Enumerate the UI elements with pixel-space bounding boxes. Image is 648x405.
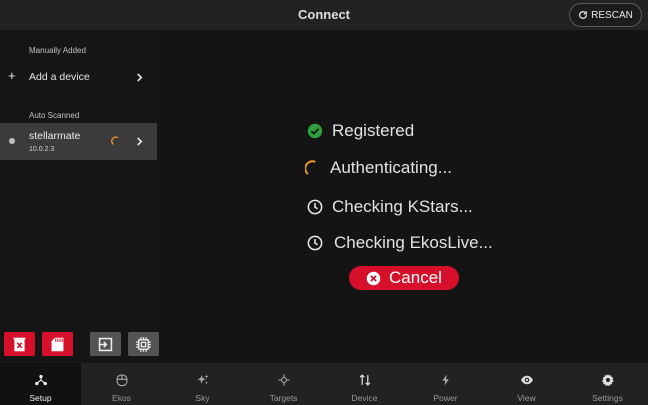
nav-label-device: Device <box>351 393 378 403</box>
chip-button[interactable] <box>128 332 159 356</box>
nav-item-view[interactable]: View <box>486 363 567 405</box>
add-device-row[interactable]: + Add a device <box>0 63 157 91</box>
top-bar: Connect RESCAN <box>0 0 648 30</box>
power-icon <box>442 374 449 386</box>
nav-label-setup: Setup <box>29 393 52 403</box>
chevron-right-icon <box>137 137 143 146</box>
nav-item-setup[interactable]: Setup <box>0 363 81 405</box>
nav-item-device[interactable]: Device <box>324 363 405 405</box>
status-checking-ekoslive: Checking EkosLive... <box>307 233 493 253</box>
device-ip: 10.0.2.3 <box>29 146 55 153</box>
ekos-icon <box>116 374 127 387</box>
status-registered-label: Registered <box>332 121 415 140</box>
nav-item-targets[interactable]: Targets <box>243 363 324 405</box>
view-icon <box>520 375 533 385</box>
delete-device-button[interactable] <box>4 332 35 356</box>
status-registered: Registered <box>307 121 414 141</box>
clock-icon <box>307 235 323 251</box>
cancel-button[interactable]: Cancel <box>349 266 459 290</box>
status-authenticating-label: Authenticating... <box>330 158 452 177</box>
nav-label-power: Power <box>433 393 458 403</box>
enter-icon <box>98 337 113 351</box>
chip-icon <box>136 336 151 352</box>
login-button[interactable] <box>90 332 121 356</box>
close-circle-icon <box>366 271 381 285</box>
settings-icon <box>601 374 614 387</box>
status-checking-kstars-label: Checking KStars... <box>332 197 473 216</box>
sd-card-button[interactable] <box>42 332 73 356</box>
nav-item-ekos[interactable]: Ekos <box>81 363 162 405</box>
status-authenticating: Authenticating... <box>305 158 452 178</box>
chevron-right-icon <box>137 73 143 82</box>
device-status-dot <box>9 138 15 144</box>
auto-section-label: Auto Scanned <box>29 111 80 120</box>
device-sidebar: Manually Added + Add a device Auto Scann… <box>0 30 157 363</box>
setup-icon <box>34 374 47 386</box>
rescan-button[interactable]: RESCAN <box>569 3 642 27</box>
nav-label-ekos: Ekos <box>112 393 131 403</box>
nav-item-settings[interactable]: Settings <box>567 363 648 405</box>
status-checking-kstars: Checking KStars... <box>307 197 473 217</box>
clock-icon <box>307 199 323 215</box>
cancel-label: Cancel <box>389 268 442 287</box>
nav-item-power[interactable]: Power <box>405 363 486 405</box>
page-title: Connect <box>298 7 350 22</box>
nav-label-sky: Sky <box>195 393 210 403</box>
nav-item-sky[interactable]: Sky <box>162 363 243 405</box>
spinner-icon <box>305 160 316 175</box>
sky-icon <box>196 374 209 385</box>
manual-section-label: Manually Added <box>29 46 86 55</box>
nav-label-settings: Settings <box>592 393 623 403</box>
plus-icon: + <box>8 68 16 83</box>
nav-label-targets: Targets <box>269 393 298 403</box>
refresh-icon <box>579 11 588 19</box>
targets-icon <box>277 374 290 386</box>
bottom-nav: Setup Ekos Sky Targets Device Power View… <box>0 363 648 405</box>
device-row-stellarmate[interactable]: stellarmate 10.0.2.3 <box>0 123 157 160</box>
nav-label-view: View <box>517 393 536 403</box>
sd-card-icon <box>51 337 64 351</box>
status-checking-ekoslive-label: Checking EkosLive... <box>334 233 493 252</box>
add-device-label: Add a device <box>29 71 90 83</box>
check-circle-icon <box>307 123 323 139</box>
device-name: stellarmate <box>29 130 81 142</box>
spinner-icon <box>111 136 119 145</box>
rescan-label: RESCAN <box>591 9 633 21</box>
device-icon <box>359 374 370 386</box>
trash-x-icon <box>13 337 26 351</box>
